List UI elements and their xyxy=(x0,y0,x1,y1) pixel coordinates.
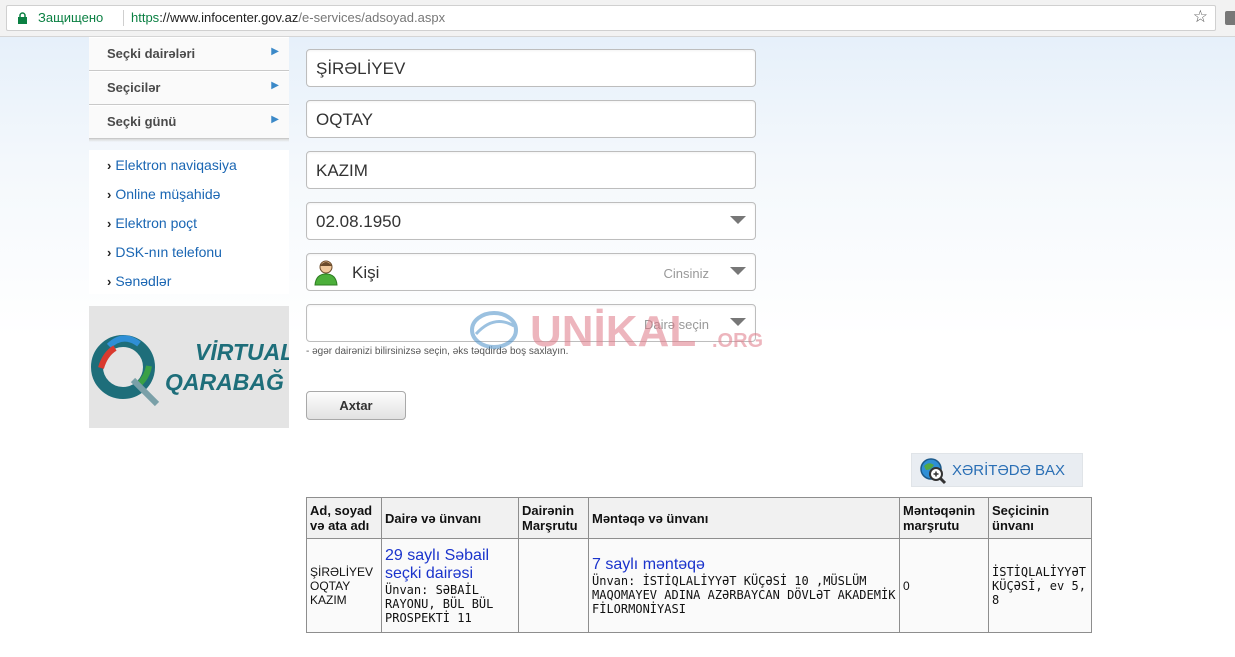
patronymic-value: KAZIM xyxy=(316,161,368,180)
link-online-monitoring[interactable]: › Online müşahidə xyxy=(107,186,220,202)
banner-line2: QARABAĞ xyxy=(165,368,284,395)
link-dsk-phone[interactable]: › DSK-nın telefonu xyxy=(107,244,222,260)
address-separator xyxy=(123,10,124,26)
search-button[interactable]: Axtar xyxy=(306,391,406,420)
surname-field[interactable]: ŞİRƏLİYEV xyxy=(306,49,756,87)
cell-voter-address: İSTİQLALİYYƏT KÜÇƏSİ, ev 5, 8 xyxy=(988,538,1092,633)
header-voter-address: Seçicinin ünvanı xyxy=(988,497,1092,539)
watermark-suffix: .ORG xyxy=(712,330,763,352)
birthdate-value: 02.08.1950 xyxy=(316,212,402,231)
gender-select[interactable]: Kişi Cinsiniz xyxy=(306,253,756,291)
chevron-right-icon: › xyxy=(107,158,112,173)
patronymic-field[interactable]: KAZIM xyxy=(306,151,756,189)
link-label: Elektron poçt xyxy=(115,215,198,231)
menu-item-label: Seçki dairələri xyxy=(107,46,196,61)
view-on-map-label: XƏRİTƏDƏ BAX xyxy=(952,462,1066,479)
left-menu: Seçki dairələri ▶ Seçicilər ▶ Seçki günü… xyxy=(89,37,289,142)
quick-links: › Elektron naviqasiya › Online müşahidə › E… xyxy=(89,150,289,294)
chevron-right-icon: › xyxy=(107,245,112,260)
link-email[interactable]: › Elektron poçt xyxy=(107,215,197,231)
header-station: Məntəqə və ünvanı xyxy=(588,497,900,539)
surname-value: ŞİRƏLİYEV xyxy=(316,59,406,78)
district-address: Ünvan: SƏBAİL RAYONU, BÜL BÜL PROSPEKTİ … xyxy=(385,582,494,625)
unikal-watermark: UNİKAL .ORG xyxy=(466,304,768,356)
url-host: ://www.infocenter.gov.az xyxy=(159,10,299,25)
gender-value: Kişi xyxy=(352,263,380,282)
link-label: Online müşahidə xyxy=(115,186,221,202)
link-label: Elektron naviqasiya xyxy=(115,157,237,173)
station-link[interactable]: 7 saylı məntəqə xyxy=(592,556,896,574)
link-documents[interactable]: › Sənədlər xyxy=(107,273,171,289)
lock-icon xyxy=(18,12,27,24)
banner-line1: VİRTUAL xyxy=(195,339,289,365)
district-link[interactable]: 29 saylı Səbail seçki dairəsi xyxy=(385,547,515,583)
header-district: Dairə və ünvanı xyxy=(381,497,519,539)
menu-item-label: Seçicilər xyxy=(107,80,161,95)
cell-station: 7 saylı məntəqə Ünvan: İSTİQLALİYYƏT KÜÇ… xyxy=(588,538,900,633)
chevron-right-icon: › xyxy=(107,216,112,231)
cell-district: 29 saylı Səbail seçki dairəsi Ünvan: SƏB… xyxy=(381,538,519,633)
name-value: OQTAY xyxy=(316,110,373,129)
header-station-route: Məntəqənin marşrutu xyxy=(899,497,989,539)
name-field[interactable]: OQTAY xyxy=(306,100,756,138)
menu-shadow xyxy=(89,139,289,142)
chevron-right-icon: › xyxy=(107,274,112,289)
link-label: Sənədlər xyxy=(115,273,172,289)
url-path: /e-services/adsoyad.aspx xyxy=(298,10,446,25)
watermark-text: UNİKAL xyxy=(530,307,696,354)
extension-icon[interactable] xyxy=(1225,11,1235,25)
virtual-karabakh-logo: VİRTUAL QARABAĞ xyxy=(91,335,294,407)
cell-station-route: 0 xyxy=(899,538,989,633)
dropdown-arrow-icon xyxy=(730,216,746,224)
arrow-right-icon: ▶ xyxy=(271,80,279,91)
arrow-right-icon: ▶ xyxy=(271,46,279,57)
menu-item-label: Seçki günü xyxy=(107,114,177,129)
dropdown-arrow-icon xyxy=(730,267,746,275)
browser-address-bar: Защищено https://www.infocenter.gov.az/e… xyxy=(0,0,1235,37)
url-scheme: https xyxy=(131,10,160,25)
gender-hint: Cinsiniz xyxy=(663,266,709,281)
results-table: Ad, soyad və ata adı Dairə və ünvanı Dai… xyxy=(306,497,1092,633)
view-on-map-button[interactable]: XƏRİTƏDƏ BAX xyxy=(911,453,1083,487)
arrow-right-icon: ▶ xyxy=(271,114,279,125)
header-district-route: Dairənin Marşrutu xyxy=(518,497,589,539)
table-row: ŞİRƏLİYEV OQTAY KAZIM 29 saylı Səbail se… xyxy=(306,538,1092,633)
link-electronic-navigation[interactable]: › Elektron naviqasiya xyxy=(107,157,237,173)
station-address: Ünvan: İSTİQLALİYYƏT KÜÇƏSİ 10 ,MÜSLÜM M… xyxy=(592,573,896,616)
omnibox[interactable]: Защищено https://www.infocenter.gov.az/e… xyxy=(6,5,1216,31)
url-text[interactable]: https://www.infocenter.gov.az/e-services… xyxy=(131,10,445,25)
virtual-karabakh-banner[interactable]: VİRTUAL QARABAĞ xyxy=(89,306,294,428)
menu-item-election-day[interactable]: Seçki günü ▶ xyxy=(89,105,289,139)
menu-item-election-districts[interactable]: Seçki dairələri ▶ xyxy=(89,37,289,71)
chevron-right-icon: › xyxy=(107,187,112,202)
link-label: DSK-nın telefonu xyxy=(115,244,222,260)
birthdate-select[interactable]: 02.08.1950 xyxy=(306,202,756,240)
bookmark-star-icon[interactable]: ☆ xyxy=(1193,7,1208,27)
table-header-row: Ad, soyad və ata adı Dairə və ünvanı Dai… xyxy=(306,497,1092,539)
cell-full-name: ŞİRƏLİYEV OQTAY KAZIM xyxy=(306,538,382,633)
map-magnifier-icon xyxy=(920,458,947,485)
secure-label: Защищено xyxy=(38,10,104,25)
cell-district-route xyxy=(518,538,589,633)
menu-item-voters[interactable]: Seçicilər ▶ xyxy=(89,71,289,105)
user-icon xyxy=(314,260,338,286)
header-full-name: Ad, soyad və ata adı xyxy=(306,497,382,539)
